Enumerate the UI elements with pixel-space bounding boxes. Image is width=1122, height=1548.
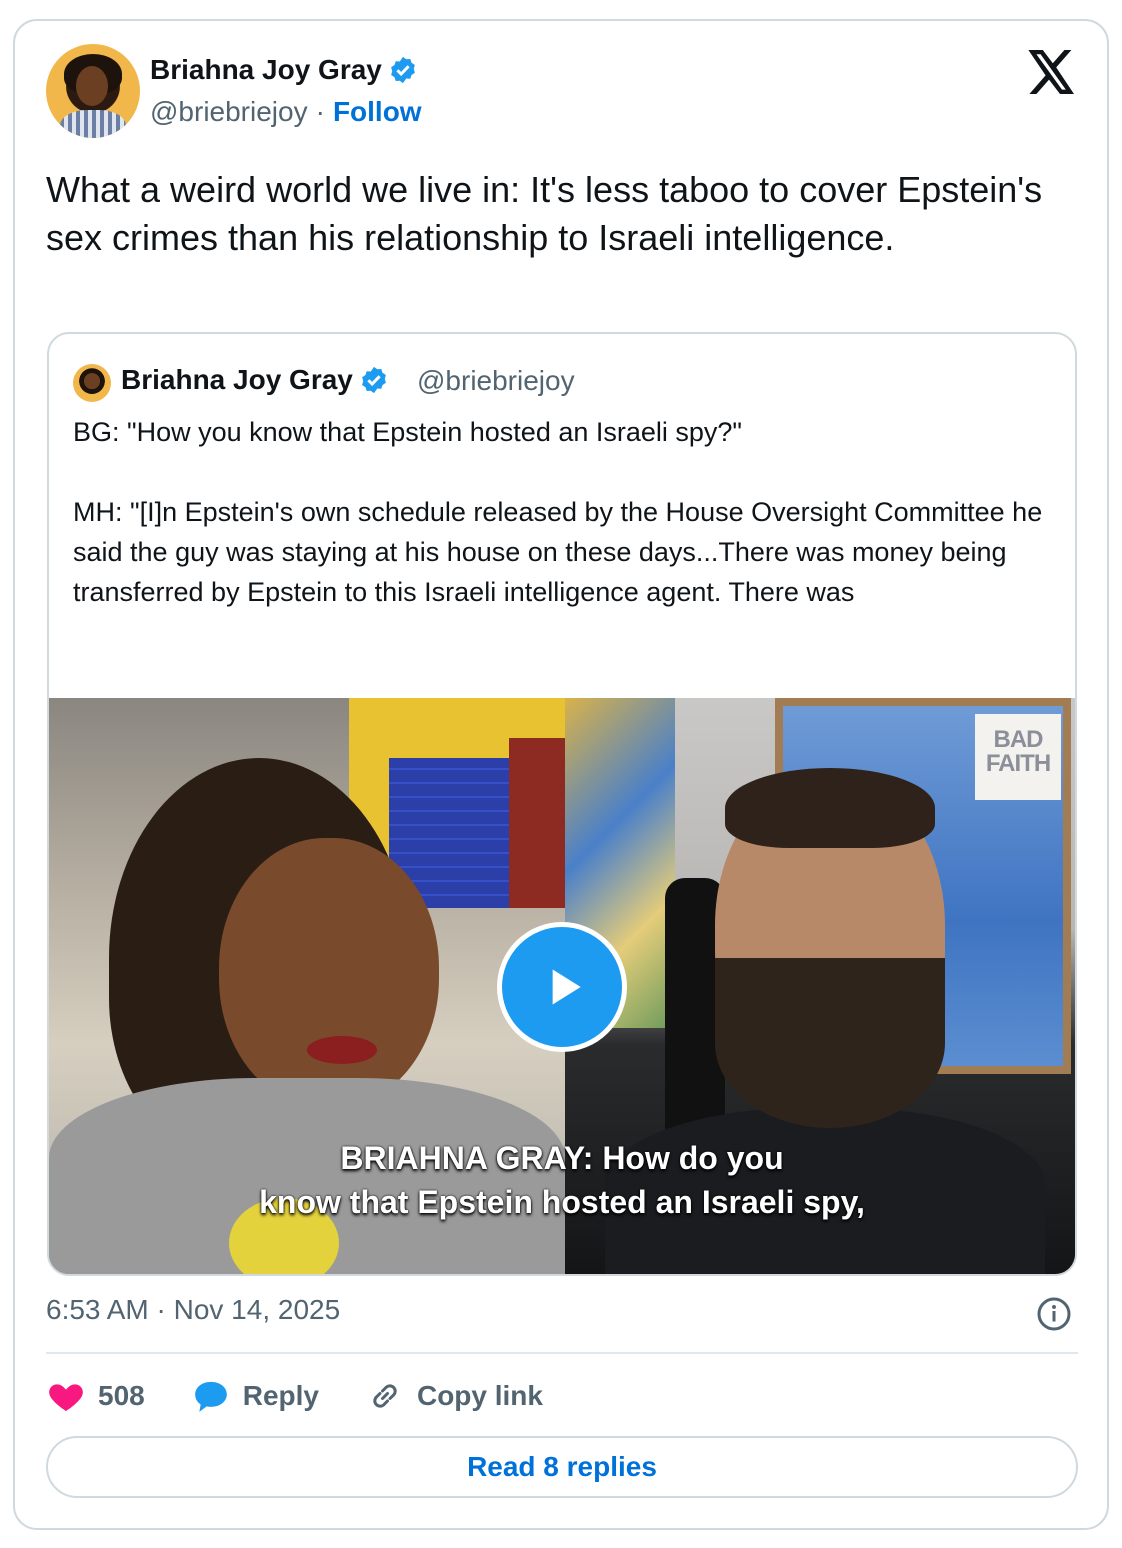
handle-separator: · (315, 96, 325, 127)
link-icon (373, 1384, 397, 1408)
quoted-text: BG: "How you know that Epstein hosted an… (73, 417, 1043, 607)
play-icon (552, 969, 581, 1005)
divider (46, 1352, 1078, 1354)
author-handle[interactable]: @briebriejoy (150, 96, 308, 128)
reply-bubble-icon (194, 1381, 227, 1412)
verified-badge-icon (391, 56, 415, 84)
video-caption: BRIAHNA GRAY: How do you know that Epste… (49, 1136, 1075, 1224)
info-icon[interactable] (1036, 1296, 1072, 1332)
avatar-shirt (60, 110, 126, 138)
follow-button[interactable]: Follow (333, 96, 422, 128)
quoted-avatar[interactable] (73, 364, 111, 402)
like-count: 508 (98, 1380, 145, 1411)
copy-link-label: Copy link (416, 1380, 543, 1411)
avatar-face (76, 66, 108, 106)
reply-button[interactable]: Reply (191, 1376, 319, 1416)
tweet-text: What a weird world we live in: It's less… (46, 169, 1043, 258)
x-logo-icon[interactable] (1028, 50, 1076, 94)
man-hair (725, 768, 935, 848)
author-name-row[interactable]: Briahna Joy Gray (150, 54, 418, 86)
tweet-timestamp[interactable]: 6:53 AM · Nov 14, 2025 (46, 1294, 340, 1326)
woman-lips (307, 1036, 377, 1064)
verified-badge-icon (362, 366, 386, 394)
bad-faith-watermark: BAD FAITH (975, 714, 1061, 800)
caption-line-1: BRIAHNA GRAY: How do you (340, 1140, 784, 1176)
read-replies-label: Read 8 replies (467, 1451, 657, 1482)
reply-label: Reply (242, 1380, 319, 1411)
quoted-name-row: Briahna Joy Gray (121, 364, 389, 396)
woman-face (219, 838, 439, 1108)
author-handle-row: @briebriejoy · Follow (150, 96, 422, 128)
watermark-line-1: BAD (993, 726, 1044, 753)
watermark-line-2: FAITH (985, 750, 1051, 777)
play-button[interactable] (497, 922, 627, 1052)
like-button[interactable]: 508 (46, 1376, 145, 1416)
quoted-author-handle: @briebriejoy (417, 365, 575, 396)
copy-link-button[interactable]: Copy link (365, 1376, 543, 1416)
action-bar: 508 Reply Copy link (46, 1374, 589, 1418)
quoted-tweet[interactable]: Briahna Joy Gray @briebriejoy BG: "How y… (47, 332, 1077, 1276)
video-player[interactable]: BAD FAITH BRIAHNA GRAY: How do you know … (49, 698, 1075, 1274)
author-name[interactable]: Briahna Joy Gray (150, 54, 382, 86)
book-red (509, 738, 565, 908)
heart-icon (49, 1384, 83, 1411)
read-replies-button[interactable]: Read 8 replies (46, 1436, 1078, 1498)
man-beard (715, 958, 945, 1128)
author-avatar[interactable] (46, 44, 140, 138)
caption-line-2: know that Epstein hosted an Israeli spy, (259, 1184, 865, 1220)
quoted-author-name: Briahna Joy Gray (121, 364, 353, 395)
